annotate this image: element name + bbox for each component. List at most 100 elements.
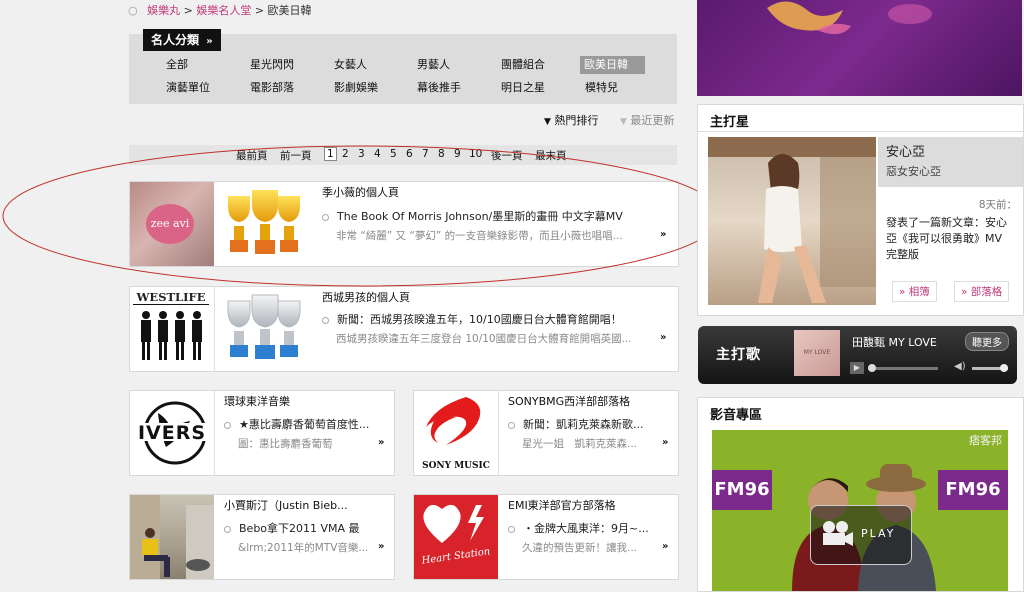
profile-thumbnail[interactable]: SONY MUSIC bbox=[414, 391, 499, 475]
star-photo[interactable] bbox=[708, 137, 876, 305]
play-video-button[interactable]: PLAY bbox=[810, 505, 912, 565]
album-button[interactable]: » 相簿 bbox=[892, 281, 937, 302]
profile-thumbnail[interactable]: zee avi bbox=[130, 182, 214, 266]
row-news[interactable]: ★惠比壽麝香葡萄首度性... bbox=[224, 416, 384, 432]
category-title: 名人分類 » bbox=[143, 29, 221, 51]
sort-recent-link[interactable]: ▼ 最近更新 bbox=[620, 112, 674, 128]
star-name-box: 安心亞 惡女安心亞 bbox=[878, 137, 1023, 187]
pager-page-1[interactable]: 1 bbox=[324, 147, 337, 161]
breadcrumb-link-yulewan[interactable]: 娛樂丸 bbox=[147, 4, 180, 17]
featured-star-panel: 主打星 安心亞 惡女安心亞 8天前： 發表了一篇新文章：安心亞《我可以很勇敢》M… bbox=[697, 104, 1024, 316]
row-snippet: 圖：惠比壽麝香葡萄 bbox=[238, 438, 333, 450]
video-heading: 影音專區 bbox=[710, 408, 763, 423]
category-agencies[interactable]: 演藝單位 bbox=[166, 79, 210, 97]
bullet-circle-icon bbox=[224, 421, 231, 429]
movie-camera-icon bbox=[823, 521, 853, 546]
category-actors[interactable]: 男藝人 bbox=[417, 56, 450, 74]
category-actresses[interactable]: 女藝人 bbox=[334, 56, 367, 74]
breadcrumb: ○ 娛樂丸 > 娛樂名人堂 > 歐美日韓 bbox=[128, 2, 312, 18]
row-news[interactable]: 新聞：西城男孩睽違五年，10/10國慶日台大體育館開唱！ bbox=[322, 311, 662, 327]
bullet-circle-icon bbox=[508, 525, 515, 533]
list-item: SONY MUSIC SONYBMG西洋部部落格 新聞：凱莉克萊森新歌... 星… bbox=[413, 390, 679, 476]
volume-icon[interactable]: ◀) bbox=[954, 361, 966, 372]
pager-page-10[interactable]: 10 bbox=[469, 148, 482, 160]
star-post-text[interactable]: 發表了一篇新文章：安心亞《我可以很勇敢》MV 完整版 bbox=[886, 215, 1016, 263]
trophy-silver-icon bbox=[227, 294, 301, 359]
pager-page-4[interactable]: 4 bbox=[374, 148, 381, 160]
pager-page-8[interactable]: 8 bbox=[438, 148, 445, 160]
song-cover[interactable]: MY LOVE bbox=[794, 330, 840, 376]
pager-prev[interactable]: 前一頁 bbox=[280, 148, 312, 163]
more-arrow-icon[interactable]: » bbox=[378, 541, 384, 552]
pager-page-6[interactable]: 6 bbox=[406, 148, 413, 160]
row-title[interactable]: 西城男孩的個人頁 bbox=[322, 289, 410, 305]
blog-button[interactable]: » 部落格 bbox=[954, 281, 1010, 302]
profile-thumbnail[interactable]: Heart Station bbox=[414, 495, 498, 579]
category-stars[interactable]: 星光閃閃 bbox=[250, 56, 294, 74]
profile-thumbnail[interactable] bbox=[130, 495, 214, 579]
pager-page-3[interactable]: 3 bbox=[358, 148, 365, 160]
row-snippet: 西城男孩睽違五年三度登台 10/10國慶日台大體育館開唱英國... bbox=[336, 333, 632, 345]
breadcrumb-sep: > bbox=[183, 4, 193, 17]
sony-logo-text: SONY MUSIC bbox=[422, 461, 490, 471]
list-item: WESTLIFE 西城男孩的個人頁 新聞：西城男孩睽違五年，10/10國慶日台大… bbox=[129, 286, 679, 372]
star-photo-figure bbox=[708, 137, 876, 303]
row-snippet: 星光一姐 凱莉克萊森... bbox=[522, 438, 638, 450]
row-news[interactable]: The Book Of Morris Johnson/墨里斯的畫冊 中文字幕MV bbox=[322, 208, 652, 224]
play-icon[interactable]: ▶ bbox=[850, 362, 864, 374]
row-news-text: The Book Of Morris Johnson/墨里斯的畫冊 中文字幕MV bbox=[337, 210, 623, 223]
category-groups[interactable]: 團體組合 bbox=[501, 56, 545, 74]
profile-thumbnail[interactable]: WESTLIFE bbox=[130, 287, 215, 371]
progress-slider[interactable] bbox=[868, 362, 938, 374]
list-item: IVERS 環球東洋音樂 ★惠比壽麝香葡萄首度性... 圖：惠比壽麝香葡萄 » bbox=[129, 390, 395, 476]
westlife-logo: WESTLIFE bbox=[133, 290, 209, 305]
category-models[interactable]: 模特兒 bbox=[585, 79, 618, 97]
pager-page-9[interactable]: 9 bbox=[454, 148, 461, 160]
banner-graphic bbox=[767, 1, 932, 35]
more-arrow-icon[interactable]: » bbox=[378, 437, 384, 448]
more-arrow-icon[interactable]: » bbox=[662, 437, 668, 448]
row-title[interactable]: SONYBMG西洋部部落格 bbox=[508, 393, 630, 409]
row-news[interactable]: Bebo拿下2011 VMA 最 bbox=[224, 520, 384, 536]
row-title[interactable]: 小賈斯汀（Justin Bieb... bbox=[224, 497, 348, 513]
zee-avi-logo: zee avi bbox=[146, 204, 194, 244]
sort-hot-link[interactable]: ▼ 熱門排行 bbox=[544, 112, 598, 128]
pager-first[interactable]: 最前頁 bbox=[236, 148, 268, 163]
pager-page-2[interactable]: 2 bbox=[342, 148, 349, 160]
pager-next[interactable]: 後一頁 bbox=[491, 148, 523, 163]
more-arrow-icon[interactable]: » bbox=[660, 229, 666, 240]
category-rising-stars[interactable]: 明日之星 bbox=[501, 79, 545, 97]
divider bbox=[698, 131, 1023, 132]
category-all[interactable]: 全部 bbox=[166, 56, 188, 74]
video-thumbnail[interactable]: FM96 FM96 痞客邦 PLAY bbox=[712, 430, 1008, 591]
row-title[interactable]: 季小薇的個人頁 bbox=[322, 184, 399, 200]
pager-last[interactable]: 最末頁 bbox=[535, 148, 567, 163]
breadcrumb-link-hall[interactable]: 娛樂名人堂 bbox=[196, 4, 251, 17]
more-arrow-icon[interactable]: » bbox=[662, 541, 668, 552]
song-title[interactable]: 田馥甄 MY LOVE bbox=[852, 334, 937, 350]
row-title[interactable]: 環球東洋音樂 bbox=[224, 393, 290, 409]
category-behind-scenes[interactable]: 幕後推手 bbox=[417, 79, 461, 97]
more-arrow-icon[interactable]: » bbox=[660, 332, 666, 343]
pager-page-5[interactable]: 5 bbox=[390, 148, 397, 160]
row-news[interactable]: ・金牌大風東洋：9月~... bbox=[508, 520, 668, 536]
top-banner[interactable] bbox=[697, 0, 1022, 96]
category-movie-blogs[interactable]: 電影部落 bbox=[250, 79, 294, 97]
triangle-down-icon: ▼ bbox=[544, 117, 551, 127]
pager-page-7[interactable]: 7 bbox=[422, 148, 429, 160]
category-western-asian[interactable]: 歐美日韓 bbox=[580, 56, 645, 74]
star-name: 安心亞 bbox=[886, 145, 926, 160]
row-news-text: 新聞：西城男孩睽違五年，10/10國慶日台大體育館開唱！ bbox=[337, 313, 622, 326]
video-panel: 影音專區 FM96 FM96 痞客邦 PLAY bbox=[697, 397, 1024, 592]
double-chevron-icon: » bbox=[206, 36, 213, 47]
sort-hot-label: 熱門排行 bbox=[554, 114, 599, 127]
row-news[interactable]: 新聞：凱莉克萊森新歌... bbox=[508, 416, 668, 432]
more-songs-button[interactable]: 聽更多 bbox=[965, 332, 1009, 351]
star-time: 8天前： bbox=[978, 199, 1017, 211]
breadcrumb-sep: > bbox=[254, 4, 265, 17]
profile-thumbnail[interactable]: IVERS bbox=[130, 391, 215, 475]
row-news-text: ★惠比壽麝香葡萄首度性... bbox=[239, 418, 370, 431]
volume-slider[interactable] bbox=[972, 362, 1008, 374]
category-entertainment[interactable]: 影劇娛樂 bbox=[334, 79, 378, 97]
row-title[interactable]: EMI東洋部官方部落格 bbox=[508, 497, 616, 513]
